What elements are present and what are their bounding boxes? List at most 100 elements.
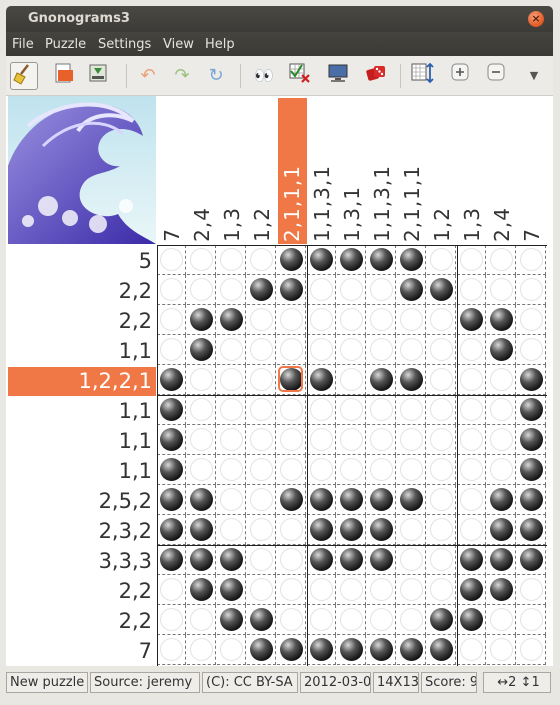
grid-cell[interactable] [157, 515, 186, 545]
check-errors-icon[interactable] [286, 62, 314, 90]
grid-cell[interactable] [277, 455, 306, 485]
column-clue[interactable]: 2,4 [188, 98, 217, 244]
row-clue[interactable]: 2,3,2 [8, 517, 156, 546]
grid-cell[interactable] [487, 575, 516, 605]
grid-cell[interactable] [277, 245, 306, 275]
grid-cell[interactable] [187, 485, 216, 515]
grid-cell[interactable] [517, 395, 546, 425]
grid-cell[interactable] [427, 575, 456, 605]
grid-cell[interactable] [517, 515, 546, 545]
grid-cell[interactable] [247, 275, 276, 305]
grid-cell[interactable] [397, 245, 426, 275]
grid-cell[interactable] [277, 515, 306, 545]
grid-cell[interactable] [367, 575, 396, 605]
grid-cell[interactable] [337, 335, 366, 365]
grid-cell[interactable] [217, 485, 246, 515]
row-clue[interactable]: 2,2 [8, 577, 156, 606]
computer-solve-icon[interactable] [324, 62, 352, 90]
grid-cell[interactable] [157, 455, 186, 485]
grid-cell[interactable] [397, 605, 426, 635]
column-clue[interactable]: 2,1,1,1 [398, 98, 427, 244]
grid-cell[interactable] [457, 485, 486, 515]
broom-icon[interactable] [10, 62, 38, 90]
grid-cell[interactable] [487, 515, 516, 545]
grid-cell[interactable] [397, 335, 426, 365]
grid-cell[interactable] [217, 365, 246, 395]
grid-cell[interactable] [277, 605, 306, 635]
grid-cell[interactable] [517, 575, 546, 605]
menu-view[interactable]: View [163, 37, 194, 52]
column-clue[interactable]: 1,3 [218, 98, 247, 244]
menu-settings[interactable]: Settings [98, 37, 151, 52]
grid-cell[interactable] [217, 395, 246, 425]
grid-cell[interactable] [307, 245, 336, 275]
grid-cell[interactable] [337, 605, 366, 635]
grid-cell[interactable] [277, 305, 306, 335]
undo-icon[interactable]: ↶ [134, 62, 162, 90]
grid-cell[interactable] [337, 485, 366, 515]
grid-cell[interactable] [367, 335, 396, 365]
column-clue-highlighted[interactable]: 2,1,1,1 [278, 98, 307, 244]
grid-cell[interactable] [487, 635, 516, 665]
grid-cell[interactable] [367, 455, 396, 485]
grid-cell[interactable] [247, 515, 276, 545]
column-clue[interactable]: 1,1,3,1 [368, 98, 397, 244]
grid-cell[interactable] [487, 545, 516, 575]
grid-cell[interactable] [367, 305, 396, 335]
grid-cell[interactable] [217, 275, 246, 305]
column-clue[interactable]: 7 [158, 98, 187, 244]
grid-cell[interactable] [427, 455, 456, 485]
zoom-in-icon[interactable] [446, 62, 474, 90]
grid-cell[interactable] [307, 365, 336, 395]
grid-cell[interactable] [397, 515, 426, 545]
grid-cell[interactable] [487, 335, 516, 365]
grid-cell[interactable] [157, 245, 186, 275]
grid-cell[interactable] [337, 395, 366, 425]
grid-cell[interactable] [307, 605, 336, 635]
grid-cell[interactable] [517, 245, 546, 275]
grid-cell[interactable] [277, 365, 306, 395]
grid-cell[interactable] [217, 305, 246, 335]
menu-file[interactable]: File [12, 37, 34, 52]
grid-cell[interactable] [277, 335, 306, 365]
grid-cell[interactable] [487, 305, 516, 335]
grid-cell[interactable] [517, 635, 546, 665]
grid-cell[interactable] [517, 275, 546, 305]
grid-cell[interactable] [277, 575, 306, 605]
grid-cell[interactable] [217, 425, 246, 455]
grid-cell[interactable] [457, 395, 486, 425]
row-clue[interactable]: 1,1 [8, 397, 156, 426]
grid-cell[interactable] [457, 515, 486, 545]
grid-cell[interactable] [277, 275, 306, 305]
grid-cell[interactable] [187, 425, 216, 455]
grid-cell[interactable] [217, 245, 246, 275]
grid-cell[interactable] [367, 605, 396, 635]
grid-cell[interactable] [457, 335, 486, 365]
grid-cell[interactable] [427, 395, 456, 425]
grid-cell[interactable] [307, 545, 336, 575]
grid-cell[interactable] [307, 425, 336, 455]
save-file-icon[interactable] [84, 62, 112, 90]
grid-cell[interactable] [307, 515, 336, 545]
grid-cell[interactable] [217, 455, 246, 485]
grid-cell[interactable] [487, 605, 516, 635]
grid-cell[interactable] [367, 425, 396, 455]
grid-cell[interactable] [517, 425, 546, 455]
row-clue[interactable]: 1,1 [8, 337, 156, 366]
grid-cell[interactable] [247, 395, 276, 425]
menu-puzzle[interactable]: Puzzle [45, 37, 86, 52]
grid-cell[interactable] [157, 545, 186, 575]
grid-cell[interactable] [397, 455, 426, 485]
grid-cell[interactable] [367, 395, 396, 425]
grid-cell[interactable] [247, 545, 276, 575]
grid-cell[interactable] [367, 545, 396, 575]
grid-cell[interactable] [217, 545, 246, 575]
grid-cell[interactable] [427, 605, 456, 635]
grid-cell[interactable] [517, 485, 546, 515]
row-clue[interactable]: 1,1 [8, 457, 156, 486]
grid-cell[interactable] [517, 545, 546, 575]
grid-cell[interactable] [277, 485, 306, 515]
grid-cell[interactable] [457, 275, 486, 305]
grid-cell[interactable] [337, 575, 366, 605]
grid-cell[interactable] [457, 545, 486, 575]
